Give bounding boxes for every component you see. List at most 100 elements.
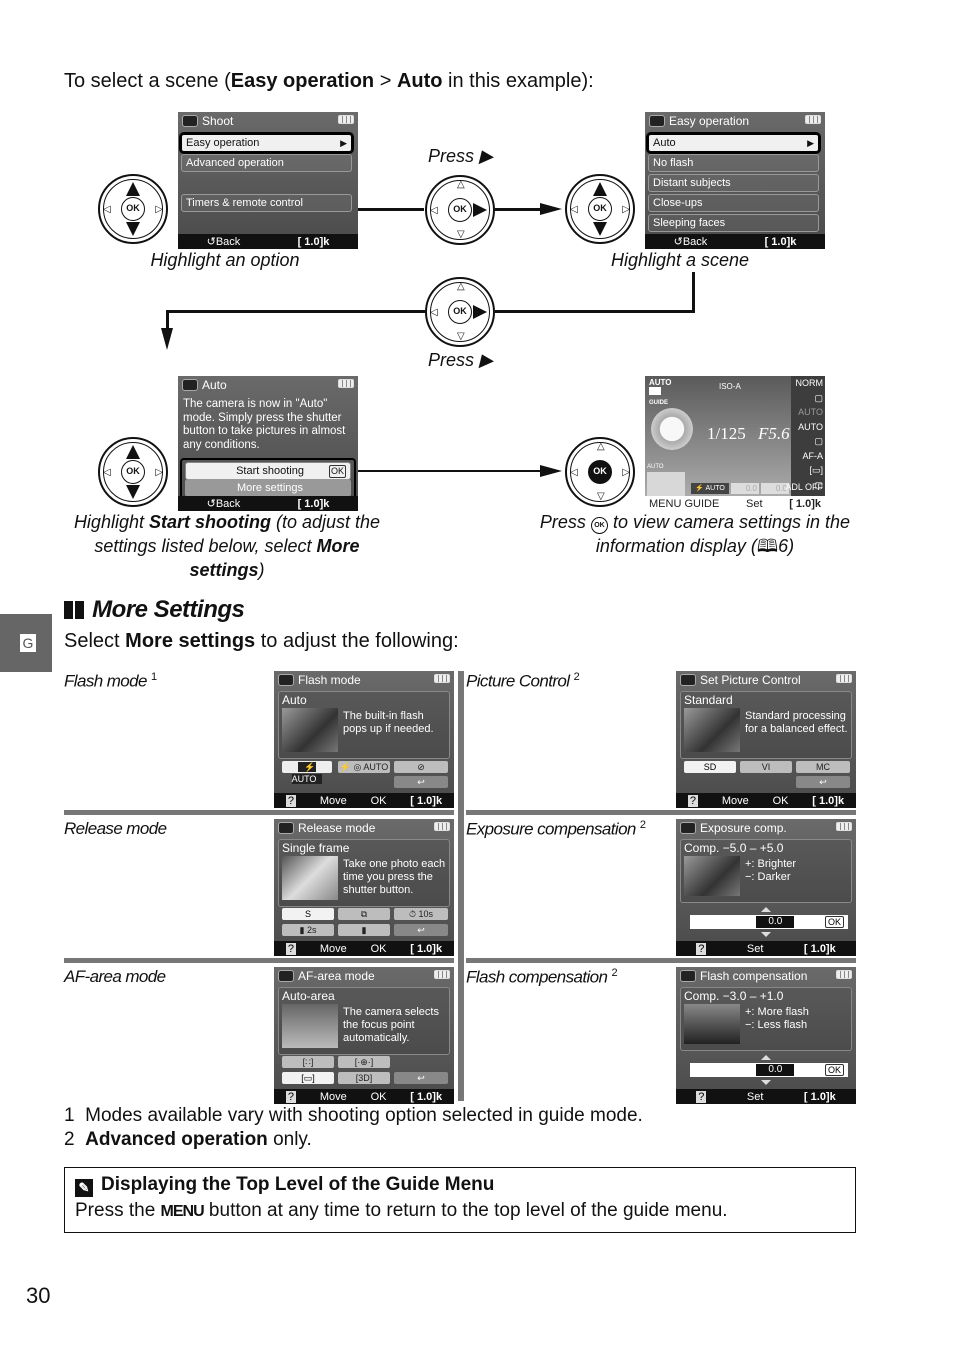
camera-screen-shoot-menu: Shoot Easy operation ▶ Advanced operation… [178,112,358,249]
caption-highlight-option: Highlight an option [150,250,300,270]
flow-arrowhead-icon [161,328,173,350]
screen-title: Flash compensation [680,969,807,983]
left-arrow-outline-icon: ◁ [430,205,438,216]
up-arrow-outline-icon: △ [597,441,605,452]
option-standard[interactable]: SD [684,761,736,773]
option-dynamic-area[interactable]: [·⊕·] [338,1056,390,1068]
ok-button-icon: OK [121,460,145,484]
description-panel: Single frame Take one photo each time yo… [278,839,450,907]
menu-item-advanced-operation[interactable]: Advanced operation [181,154,352,172]
multi-selector-press-right: △ ▽ ◁ OK [425,175,495,245]
option-monochrome[interactable]: MC [796,761,850,773]
aperture-value: F5.6 [758,424,790,443]
menu-item-auto[interactable]: Auto ▶ [646,132,821,154]
battery-icon [434,970,450,979]
up-arrow-icon [126,445,140,459]
flow-line [166,310,425,313]
left-arrow-outline-icon: ◁ [570,204,578,215]
section-subtitle: Select More settings to adjust the follo… [64,630,459,652]
up-arrow-outline-icon: △ [457,281,465,292]
ok-button-icon: OK [588,460,612,484]
flash-comp-value-field[interactable]: 0.0 OK [690,1063,848,1077]
value-down-icon [761,932,771,937]
camera-icon [680,674,696,686]
screen-status-bar: ? Move OK[ 1.0]k [274,793,454,808]
left-arrow-outline-icon: ◁ [103,467,111,478]
screen-status-bar: ↺Back[ 1.0]k [178,234,358,249]
option-single-frame[interactable]: S [282,908,334,920]
back-button[interactable]: ↩ [796,776,850,788]
down-arrow-outline-icon: ▽ [457,229,465,240]
ok-button-icon: OK [588,197,612,221]
screen-title: Release mode [278,821,375,835]
camera-info-display: AUTO GUIDE ISO-A 1/125 F5.6 NORM ▢ AUTO AUTO… [645,376,825,511]
menu-item-no-flash[interactable]: No flash [648,154,819,172]
option-flash-off[interactable]: ⊘ [394,761,448,773]
note-box: ✎ Displaying the Top Level of the Guide M… [64,1167,856,1233]
more-settings-button[interactable]: More settings [185,479,351,497]
camera-screen-af-area: AF-area mode Auto-area The camera select… [274,967,454,1104]
back-button[interactable]: ↩ [394,776,448,788]
screen-status-bar: ? Set[ 1.0]k [676,941,856,956]
footnote-1: 1 Modes available vary with shooting opt… [64,1105,643,1126]
option-flash-redeye-auto[interactable]: ⚡ ◎ AUTO [338,761,390,773]
screen-status-bar: MENU GUIDE Set[ 1.0]k [645,496,825,511]
press-right-label: Press ▶ [428,350,493,370]
menu-item-easy-operation[interactable]: Easy operation ▶ [179,132,354,154]
option-self-timer[interactable]: ⏱ 10s [394,908,448,920]
flow-line [166,310,169,330]
menu-item-close-ups[interactable]: Close-ups [648,194,819,212]
description-panel: Auto-area The camera selects the focus p… [278,987,450,1055]
down-arrow-outline-icon: ▽ [597,491,605,502]
row-divider [466,958,856,963]
row-divider [64,810,454,815]
left-arrow-outline-icon: ◁ [430,307,438,318]
flow-arrowhead-icon [540,203,562,215]
camera-icon [278,674,294,686]
submenu-arrow-icon: ▶ [807,138,814,148]
setting-label-picture-control: Picture Control 2 [466,671,580,691]
flow-line [495,310,695,313]
start-shooting-button[interactable]: Start shooting OK [185,462,351,480]
up-arrow-icon [126,182,140,196]
description-panel: Standard Standard processing for a balan… [680,691,852,759]
option-3d-tracking[interactable]: [3D] [338,1072,390,1084]
screen-title: Auto [182,378,227,392]
screen-title: Shoot [182,114,233,128]
submenu-arrow-icon: ▶ [340,138,347,148]
battery-icon [836,970,852,979]
settings-column: NORM ▢ AUTO AUTO ▢ AF-A [▭] ▢ [791,376,825,496]
option-vivid[interactable]: VI [740,761,792,773]
menu-item-timers-remote[interactable]: Timers & remote control [181,194,352,212]
option-auto-area[interactable]: [▭] [282,1072,334,1084]
battery-icon [805,115,821,124]
down-arrow-icon [126,485,140,499]
column-divider [458,671,464,1101]
option-delayed-remote[interactable]: ▮ 2s [282,924,334,936]
exposure-value-field[interactable]: 0.0 OK [690,915,848,929]
note-title: ✎ Displaying the Top Level of the Guide M… [75,1174,494,1197]
option-single-point[interactable]: [∷] [282,1056,334,1068]
screen-title: Easy operation [649,114,749,128]
multi-selector-up-down: ◁ ▷ OK [98,174,168,244]
section-title: More Settings [64,596,245,624]
menu-item-distant-subjects[interactable]: Distant subjects [648,174,819,192]
camera-screen-easy-operation: Easy operation Auto ▶ No flash Distant su… [645,112,825,249]
back-button[interactable]: ↩ [394,1072,448,1084]
screen-status-bar: ↺Back[ 1.0]k [178,496,358,511]
right-arrow-outline-icon: ▷ [622,467,630,478]
menu-item-sleeping-faces[interactable]: Sleeping faces [648,214,819,232]
description-panel: Comp. −5.0 – +5.0 +: Brighter −: Darker [680,839,852,903]
back-button[interactable]: ↩ [394,924,448,936]
option-flash-auto[interactable]: ⚡ AUTO [282,761,332,784]
camera-screen-flash-mode: Flash mode Auto The built-in flash pops … [274,671,454,808]
description-panel: Auto The built-in flash pops up if neede… [278,691,450,759]
sample-photo [282,708,338,752]
screen-status-bar: ? Move OK[ 1.0]k [274,941,454,956]
screen-status-bar: ? Move OK[ 1.0]k [274,1089,454,1104]
option-continuous[interactable]: ⧉ [338,908,390,920]
camera-screen-picture-control: Set Picture Control Standard Standard pr… [676,671,856,808]
down-arrow-icon [126,222,140,236]
option-quick-remote[interactable]: ▮ [338,924,390,936]
value-down-icon [761,1080,771,1085]
